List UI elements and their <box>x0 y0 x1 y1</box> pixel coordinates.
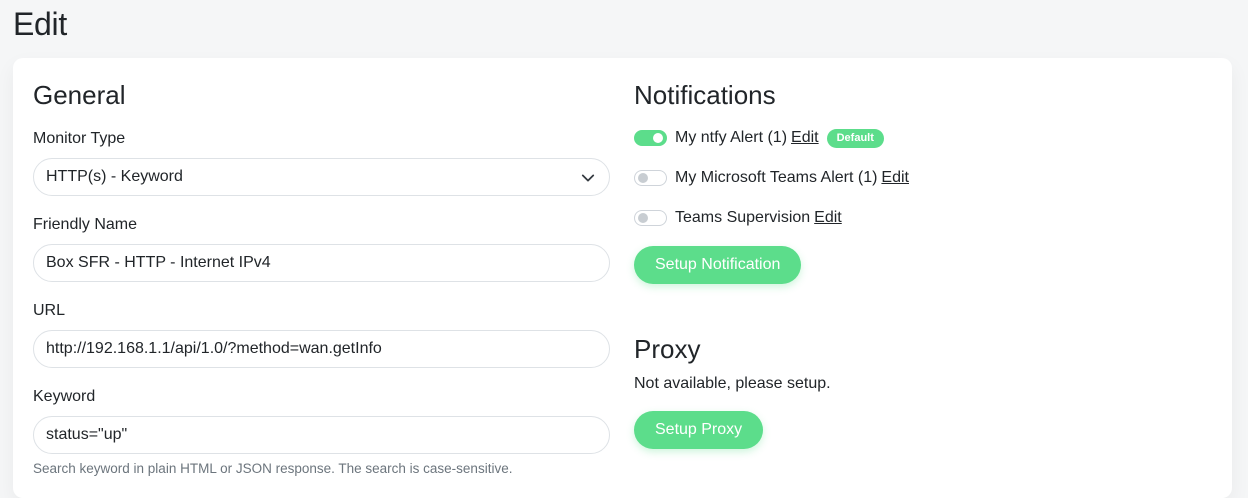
notification-edit-link[interactable]: Edit <box>814 209 842 227</box>
keyword-input[interactable]: status="up" <box>33 416 610 454</box>
notification-toggle[interactable] <box>634 210 667 226</box>
keyword-hint: Search keyword in plain HTML or JSON res… <box>33 461 513 476</box>
url-value: http://192.168.1.1/api/1.0/?method=wan.g… <box>46 340 382 357</box>
edit-card: General Monitor Type HTTP(s) - Keyword F… <box>13 58 1232 498</box>
notification-toggle[interactable] <box>634 130 667 146</box>
notification-edit-link[interactable]: Edit <box>791 129 819 147</box>
proxy-heading: Proxy <box>634 334 701 364</box>
notification-name: Teams Supervision <box>675 209 811 226</box>
friendly-name-input[interactable]: Box SFR - HTTP - Internet IPv4 <box>33 244 610 282</box>
notification-name: My ntfy Alert (1) <box>675 129 788 146</box>
url-input[interactable]: http://192.168.1.1/api/1.0/?method=wan.g… <box>33 330 610 368</box>
notifications-heading: Notifications <box>634 80 776 110</box>
friendly-name-label: Friendly Name <box>33 216 138 233</box>
notification-edit-link[interactable]: Edit <box>881 169 909 187</box>
general-heading: General <box>33 80 126 110</box>
notification-item: My Microsoft Teams Alert (1) Edit <box>634 166 909 190</box>
setup-notification-button[interactable]: Setup Notification <box>634 246 802 284</box>
keyword-label: Keyword <box>33 388 96 405</box>
proxy-status-text: Not available, please setup. <box>634 375 831 392</box>
monitor-type-select[interactable]: HTTP(s) - Keyword <box>33 158 610 196</box>
monitor-type-value: HTTP(s) - Keyword <box>46 168 183 185</box>
notification-name: My Microsoft Teams Alert (1) <box>675 169 878 186</box>
keyword-value: status="up" <box>46 426 128 443</box>
monitor-type-label: Monitor Type <box>33 130 126 147</box>
notification-toggle[interactable] <box>634 170 667 186</box>
default-badge: Default <box>826 128 884 148</box>
page-title: Edit <box>13 6 67 42</box>
friendly-name-value: Box SFR - HTTP - Internet IPv4 <box>46 254 271 271</box>
setup-proxy-button[interactable]: Setup Proxy <box>634 411 764 449</box>
chevron-down-icon <box>581 174 595 182</box>
url-label: URL <box>33 302 66 319</box>
notification-item: Teams Supervision Edit <box>634 206 842 230</box>
notification-item: My ntfy Alert (1) Edit Default <box>634 126 884 150</box>
